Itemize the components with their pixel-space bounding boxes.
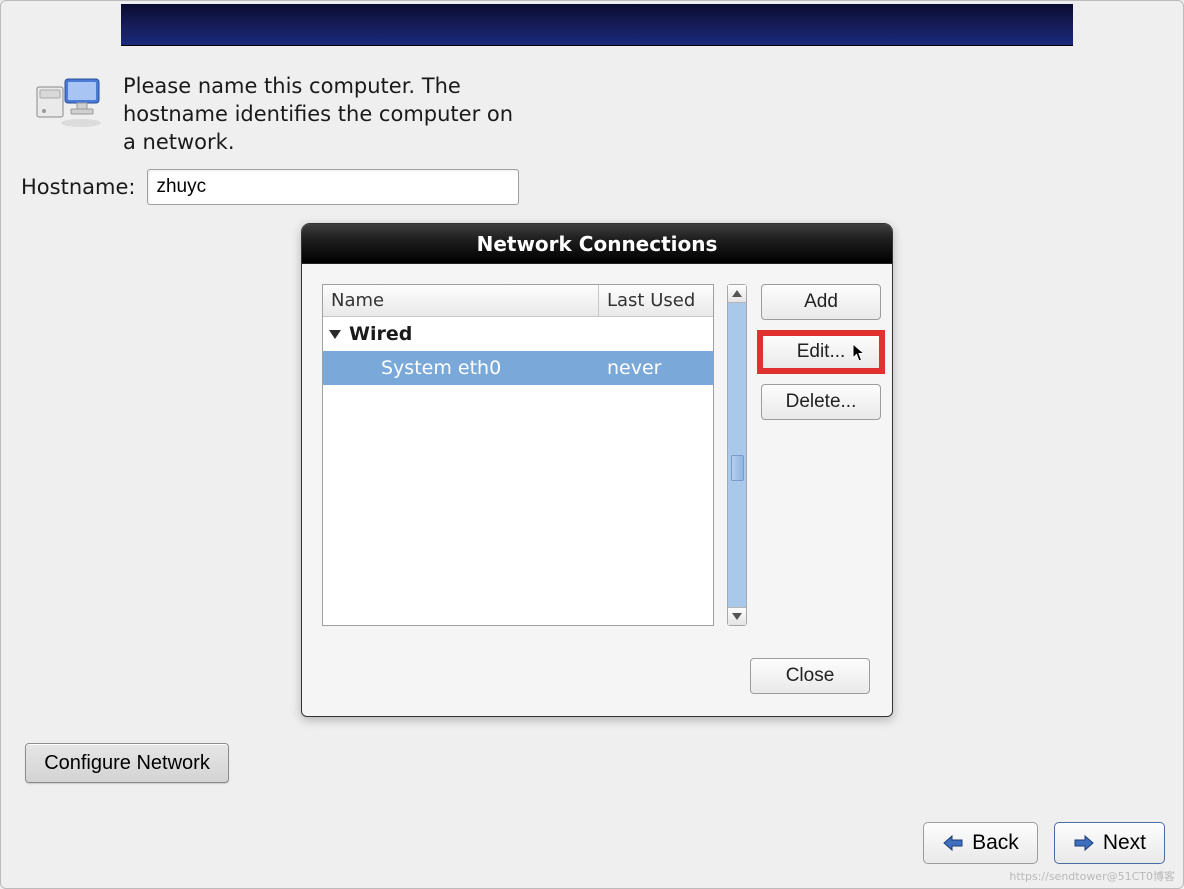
- row-name: System eth0: [323, 357, 599, 379]
- network-connections-dialog: Network Connections Name Last Used Wired…: [301, 223, 893, 717]
- column-last-used[interactable]: Last Used: [599, 285, 713, 317]
- chevron-up-icon: [732, 290, 742, 297]
- connections-table: Name Last Used Wired System eth0 never: [322, 284, 714, 626]
- chevron-down-icon: [732, 613, 742, 620]
- intro-text: Please name this computer. The hostname …: [123, 73, 523, 157]
- installer-banner: [121, 4, 1073, 46]
- delete-button[interactable]: Delete...: [761, 384, 881, 420]
- scroll-up-button[interactable]: [728, 285, 746, 303]
- intro-row: Please name this computer. The hostname …: [31, 73, 523, 157]
- add-button[interactable]: Add: [761, 284, 881, 320]
- close-button[interactable]: Close: [750, 658, 870, 694]
- scroll-track[interactable]: [728, 303, 746, 607]
- next-label: Next: [1103, 831, 1146, 855]
- row-last-used: never: [599, 357, 713, 379]
- column-name[interactable]: Name: [323, 285, 599, 317]
- edit-button[interactable]: Edit...: [761, 334, 881, 370]
- computer-network-icon: [31, 73, 103, 129]
- scrollbar[interactable]: [727, 284, 747, 626]
- watermark: https://sendtower@51CT0博客: [1009, 868, 1175, 884]
- group-wired[interactable]: Wired: [323, 317, 713, 351]
- edit-button-label: Edit...: [797, 341, 846, 363]
- dialog-title: Network Connections: [302, 224, 892, 264]
- hostname-label: Hostname:: [21, 175, 135, 199]
- group-label: Wired: [349, 323, 412, 345]
- expand-triangle-icon[interactable]: [329, 330, 341, 339]
- next-button[interactable]: Next: [1054, 822, 1165, 864]
- table-row[interactable]: System eth0 never: [323, 351, 713, 385]
- configure-network-button[interactable]: Configure Network: [25, 743, 229, 783]
- hostname-row: Hostname:: [21, 169, 519, 205]
- hostname-input[interactable]: [147, 169, 519, 205]
- back-button[interactable]: Back: [923, 822, 1038, 864]
- table-header: Name Last Used: [323, 285, 713, 317]
- scroll-thumb[interactable]: [731, 455, 744, 481]
- cursor-icon: [852, 343, 866, 369]
- back-label: Back: [972, 831, 1019, 855]
- arrow-right-icon: [1073, 834, 1095, 852]
- arrow-left-icon: [942, 834, 964, 852]
- scroll-down-button[interactable]: [728, 607, 746, 625]
